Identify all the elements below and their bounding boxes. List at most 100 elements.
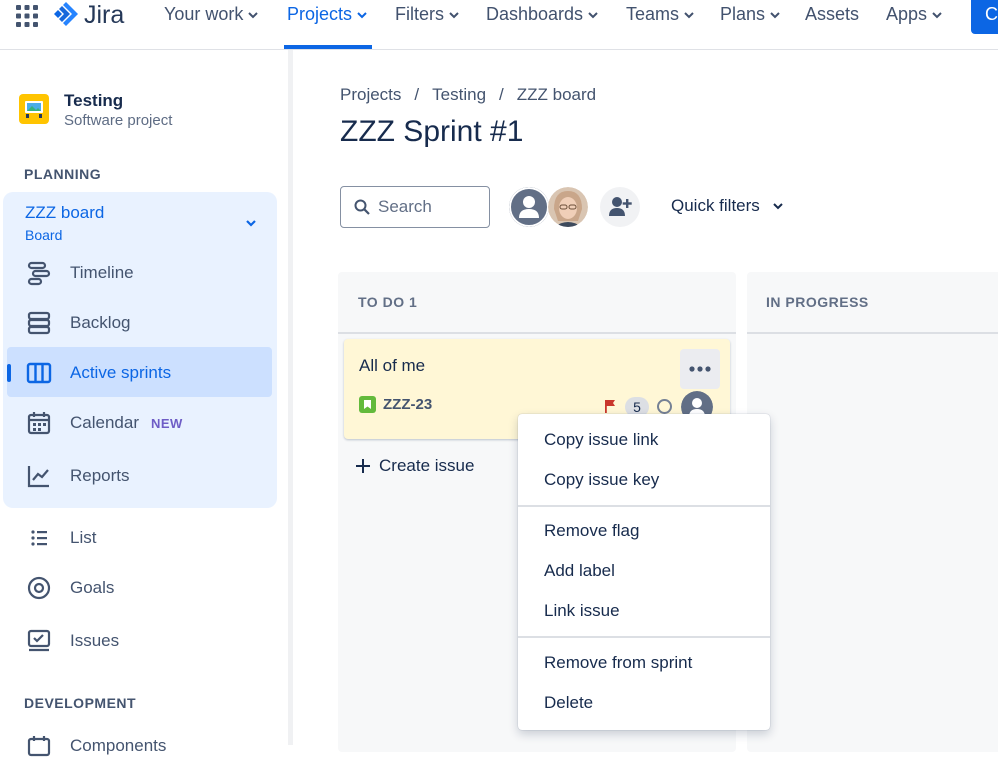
nav-plans[interactable]: Plans: [720, 4, 781, 25]
quick-filters-label: Quick filters: [671, 196, 760, 215]
flag-icon: [605, 400, 615, 413]
top-navigation: Jira Your work Projects Filters Dashboar…: [0, 0, 998, 50]
sidebar-item-components[interactable]: Components: [26, 731, 166, 761]
jira-logo[interactable]: Jira: [54, 1, 124, 29]
sidebar-item-label: Reports: [70, 466, 130, 485]
create-issue-button[interactable]: Create issue: [355, 456, 474, 476]
menu-item-add-label[interactable]: Add label: [544, 561, 615, 581]
plus-icon: [356, 459, 370, 473]
chevron-down-icon: [449, 11, 459, 18]
nav-assets[interactable]: Assets: [805, 4, 859, 25]
chevron-down-icon: [357, 11, 367, 18]
chevron-down-icon: [773, 203, 783, 210]
breadcrumb: Projects / Testing / ZZZ board: [340, 85, 596, 105]
active-item-indicator: [7, 364, 11, 382]
page-title: ZZZ Sprint #1: [340, 115, 524, 148]
issue-key-row: ZZZ-23: [359, 396, 432, 413]
nav-teams[interactable]: Teams: [626, 4, 695, 25]
nav-dashboards[interactable]: Dashboards: [486, 4, 599, 25]
column-divider: [338, 332, 736, 334]
issue-card-title[interactable]: All of me: [359, 356, 425, 376]
menu-item-delete[interactable]: Delete: [544, 693, 593, 713]
nav-label: Filters: [395, 4, 444, 24]
column-header-in-progress: IN PROGRESS: [766, 294, 869, 310]
chevron-down-icon[interactable]: [244, 216, 258, 230]
board-icon: [26, 362, 52, 384]
more-icon: [689, 366, 711, 372]
nav-apps[interactable]: Apps: [886, 4, 943, 25]
breadcrumb-separator: /: [414, 85, 420, 104]
menu-item-remove-from-sprint[interactable]: Remove from sprint: [544, 653, 692, 673]
breadcrumb-separator: /: [499, 85, 504, 104]
calendar-icon: [27, 412, 51, 435]
sidebar-item-backlog[interactable]: Backlog: [26, 308, 130, 338]
board-switcher[interactable]: ZZZ board: [25, 203, 104, 223]
sidebar-resize-handle[interactable]: [288, 50, 293, 745]
menu-item-remove-flag[interactable]: Remove flag: [544, 521, 639, 541]
create-issue-label: Create issue: [379, 456, 475, 475]
board-type-label: Board: [25, 227, 63, 243]
nav-filters[interactable]: Filters: [395, 4, 460, 25]
breadcrumb-projects[interactable]: Projects: [340, 85, 401, 105]
project-type: Software project: [64, 112, 173, 129]
create-button-label: C: [985, 4, 998, 24]
sidebar-item-label: List: [70, 528, 97, 547]
sidebar-item-active-sprints[interactable]: Active sprints: [26, 358, 171, 388]
chevron-down-icon: [588, 11, 598, 18]
sidebar-item-label: Goals: [70, 578, 115, 597]
development-heading: DEVELOPMENT: [24, 695, 137, 711]
chevron-down-icon: [770, 11, 780, 18]
backlog-icon: [27, 311, 51, 335]
sidebar-item-timeline[interactable]: Timeline: [26, 258, 134, 288]
nav-label: Plans: [720, 4, 766, 24]
nav-your-work[interactable]: Your work: [164, 4, 259, 25]
issue-key[interactable]: ZZZ-23: [383, 396, 432, 413]
breadcrumb-board[interactable]: ZZZ board: [517, 85, 596, 105]
nav-label: Assets: [805, 4, 860, 24]
add-people-button[interactable]: [600, 187, 640, 227]
jira-logo-text: Jira: [84, 0, 125, 29]
menu-item-link-issue[interactable]: Link issue: [544, 601, 620, 621]
nav-label: Your work: [164, 4, 244, 24]
sidebar-item-label: Calendar: [70, 413, 139, 432]
issues-icon: [27, 629, 51, 652]
create-button[interactable]: C: [971, 0, 998, 34]
avatar[interactable]: [509, 187, 549, 227]
project-name[interactable]: Testing: [64, 91, 123, 111]
project-avatar-icon: [19, 94, 49, 124]
sidebar-item-goals[interactable]: Goals: [26, 573, 114, 603]
sidebar-item-calendar[interactable]: Calendar NEW: [26, 408, 183, 438]
timeline-icon: [27, 261, 51, 286]
components-icon: [27, 736, 51, 757]
active-nav-indicator: [284, 45, 372, 49]
search-input[interactable]: Search: [340, 186, 490, 228]
chevron-down-icon: [932, 11, 942, 18]
menu-divider: [518, 505, 770, 507]
planning-heading: PLANNING: [24, 166, 102, 182]
card-more-actions-button[interactable]: [680, 349, 720, 389]
sidebar-item-issues[interactable]: Issues: [26, 626, 119, 656]
story-icon: [359, 396, 376, 413]
nav-label: Apps: [886, 4, 928, 24]
breadcrumb-testing[interactable]: Testing: [432, 85, 486, 105]
board-column-in-progress: [747, 272, 998, 752]
menu-item-copy-issue-link[interactable]: Copy issue link: [544, 430, 658, 450]
avatar[interactable]: [548, 187, 588, 227]
nav-projects[interactable]: Projects: [287, 4, 368, 25]
sidebar-item-label: Components: [70, 736, 167, 755]
user-photo-icon: [548, 187, 588, 227]
sidebar-item-reports[interactable]: Reports: [26, 461, 130, 491]
quick-filters-dropdown[interactable]: Quick filters: [671, 196, 784, 216]
app-switcher-icon[interactable]: [16, 5, 38, 27]
sidebar-item-list[interactable]: List: [26, 523, 96, 553]
menu-item-copy-issue-key[interactable]: Copy issue key: [544, 470, 659, 490]
column-divider: [747, 332, 998, 334]
user-icon: [509, 187, 549, 227]
list-icon: [31, 530, 47, 546]
sidebar-item-label: Timeline: [70, 263, 134, 282]
sidebar-item-label: Active sprints: [70, 363, 172, 382]
sidebar-item-label: Backlog: [70, 313, 131, 332]
goals-icon: [27, 576, 51, 600]
chevron-down-icon: [248, 11, 259, 18]
column-header-todo: TO DO 1: [358, 294, 418, 310]
